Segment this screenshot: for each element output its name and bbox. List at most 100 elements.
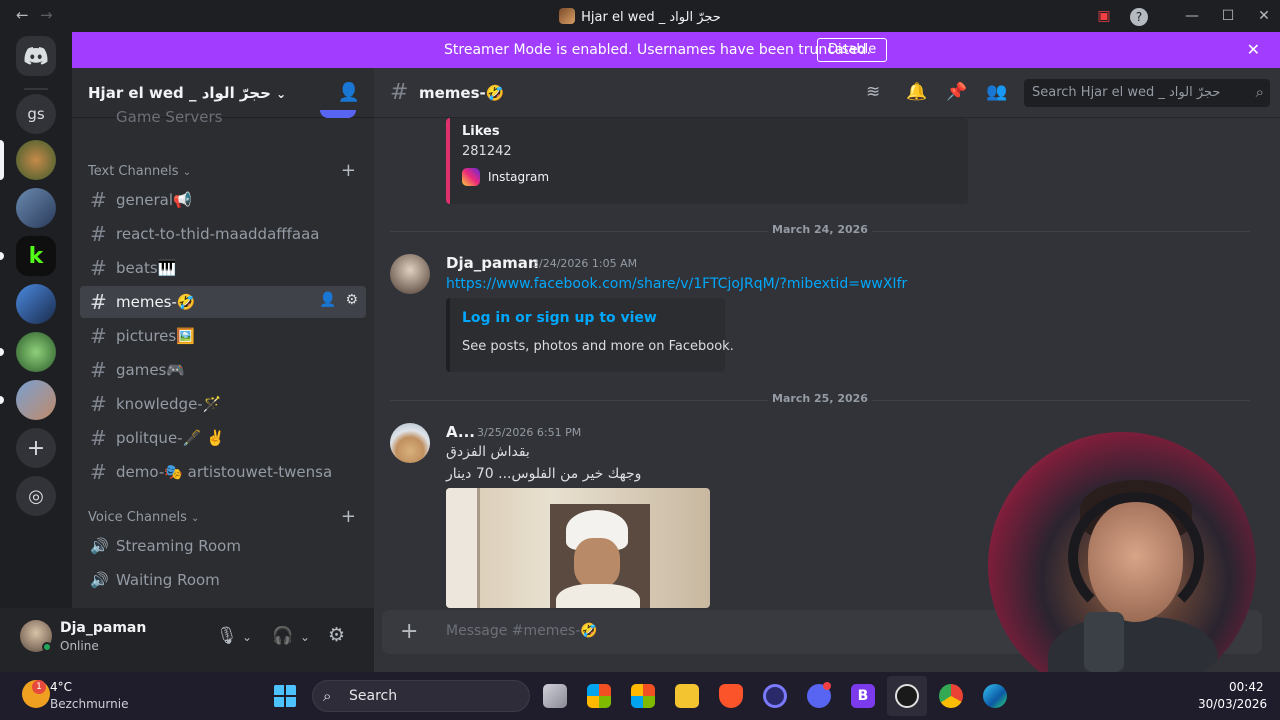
channel-label: general📢 <box>116 191 192 209</box>
partial-channel-game-servers[interactable]: Game Servers <box>116 108 222 126</box>
server-pixel[interactable] <box>16 332 56 372</box>
server-avatar-4[interactable] <box>16 284 56 324</box>
hash-icon: # <box>90 188 107 212</box>
taskbar-clock[interactable]: 00:42 <box>1229 680 1264 694</box>
category-voice-label: Voice Channels <box>88 510 187 525</box>
message-author[interactable]: A... <box>446 423 475 441</box>
search-input[interactable]: Search Hjar el wed _ حجرّ الواد ⌕ <box>1024 79 1270 107</box>
maximize-icon[interactable]: ☐ <box>1218 8 1238 24</box>
channel-demo[interactable]: # demo-🎭 artistouwet-twensa <box>80 456 366 488</box>
notification-bell-icon[interactable]: 🔔 <box>906 82 927 102</box>
obs-icon[interactable] <box>895 684 919 708</box>
channel-react[interactable]: # react-to-thid-maaddafffaaa <box>80 218 366 250</box>
pin-icon[interactable]: 📌 <box>946 82 967 102</box>
hash-icon: # <box>90 290 107 314</box>
date-divider-label: March 24, 2026 <box>768 223 872 236</box>
disable-button[interactable]: Disable <box>817 38 888 62</box>
file-explorer-icon[interactable] <box>675 684 699 708</box>
channel-knowledge[interactable]: # knowledge-🪄 <box>80 388 366 420</box>
microphone-icon[interactable]: 🎙 <box>216 626 238 646</box>
search-placeholder: Search Hjar el wed _ حجرّ الواد <box>1032 85 1221 100</box>
server-name: Hjar el wed _ حجرّ الواد ⌄ <box>88 84 286 102</box>
weather-temp[interactable]: 4°C <box>50 680 72 694</box>
brave-browser-icon[interactable] <box>719 684 743 708</box>
add-server-icon[interactable]: + <box>16 428 56 468</box>
message-timestamp: 3/24/2026 1:05 AM <box>532 257 638 270</box>
voice-channel-streaming[interactable]: 🔊 Streaming Room <box>80 530 366 562</box>
create-voice-channel-icon[interactable]: + <box>341 506 356 527</box>
add-attachment-icon[interactable]: + <box>400 619 418 644</box>
minimize-icon[interactable]: — <box>1182 8 1202 24</box>
embed-field-label: Likes <box>462 124 500 139</box>
hash-icon: # <box>90 324 107 348</box>
explore-servers-icon[interactable]: ◎ <box>16 476 56 516</box>
category-text-channels[interactable]: Text Channels ⌄ <box>88 164 191 179</box>
message-link[interactable]: https://www.facebook.com/share/v/1FTCjoJ… <box>446 276 907 292</box>
invite-people-icon[interactable]: 👤 <box>338 82 360 103</box>
audio-options-chevron-icon[interactable]: ⌄ <box>300 630 310 644</box>
discord-home-icon[interactable] <box>16 36 56 76</box>
microsoft-apps-icon[interactable] <box>587 684 611 708</box>
help-icon[interactable]: ? <box>1130 8 1148 26</box>
webcam-microphone <box>1084 612 1124 672</box>
webcam-overlay <box>988 432 1256 700</box>
task-view-icon[interactable] <box>543 684 567 708</box>
message-image-attachment[interactable] <box>446 488 710 608</box>
member-list-icon[interactable]: 👥 <box>986 82 1007 102</box>
channel-pictures[interactable]: # pictures🖼️ <box>80 320 366 352</box>
close-window-icon[interactable]: ✕ <box>1254 8 1274 24</box>
embed-title-link[interactable]: Log in or sign up to view <box>462 310 657 326</box>
message-author[interactable]: Dja_paman <box>446 254 539 272</box>
taskbar-date[interactable]: 30/03/2026 <box>1198 697 1267 711</box>
weather-place[interactable]: Bezchmurnie <box>50 697 128 711</box>
channel-games[interactable]: # games🎮 <box>80 354 366 386</box>
avatar[interactable] <box>390 254 430 294</box>
channel-label: demo-🎭 artistouwet-twensa <box>116 463 333 481</box>
gear-icon[interactable]: ⚙ <box>345 292 358 308</box>
message-timestamp: 3/25/2026 6:51 PM <box>477 426 582 439</box>
composer-placeholder: Message #memes-🤣 <box>446 623 598 639</box>
channel-memes[interactable]: # memes-🤣 👤 ⚙ <box>80 286 366 318</box>
image-shirt <box>556 584 640 608</box>
hash-icon: # <box>90 392 107 416</box>
channel-general[interactable]: # general📢 <box>80 184 366 216</box>
webcam-headset <box>1068 492 1204 622</box>
channel-beats[interactable]: # beats🎹 <box>80 252 366 284</box>
instagram-icon <box>462 168 480 186</box>
channel-label: politque-🖋️ ✌️ <box>116 429 225 447</box>
username[interactable]: Dja_paman <box>60 620 146 636</box>
create-invite-icon[interactable]: 👤 <box>319 292 336 308</box>
kick-logo-icon: k <box>28 243 44 269</box>
server-gs[interactable]: gs <box>16 94 56 134</box>
channel-label: react-to-thid-maaddafffaaa <box>116 225 320 243</box>
mic-options-chevron-icon[interactable]: ⌄ <box>242 630 252 644</box>
taskbar-search-label: Search <box>349 688 398 704</box>
close-banner-icon[interactable]: ✕ <box>1247 40 1260 59</box>
server-avatar-2[interactable] <box>16 188 56 228</box>
server-kick[interactable]: k <box>16 236 56 276</box>
headphones-icon[interactable]: 🎧 <box>272 626 293 646</box>
screen-share-icon[interactable]: ▣ <box>1094 8 1114 24</box>
taskbar-search[interactable]: ⌕ Search <box>312 680 530 712</box>
banner-text: Streamer Mode is enabled. Usernames have… <box>444 42 871 58</box>
server-hjar-el-wed[interactable] <box>16 140 56 180</box>
create-channel-icon[interactable]: + <box>341 160 356 181</box>
windows-start-icon[interactable] <box>273 684 297 708</box>
voice-channel-waiting[interactable]: 🔊 Waiting Room <box>80 564 366 596</box>
image-face <box>574 538 620 588</box>
chevron-down-icon: ⌄ <box>182 167 192 178</box>
embed-provider: Instagram <box>488 170 550 184</box>
message-line: وجهك خير من الفلوس... 70 دينار <box>446 466 642 482</box>
category-voice-channels[interactable]: Voice Channels ⌄ <box>88 510 199 525</box>
b-app-icon[interactable]: B <box>851 684 875 708</box>
server-avatar-6[interactable] <box>16 380 56 420</box>
edge-icon[interactable] <box>983 684 1007 708</box>
chrome-icon[interactable] <box>939 684 963 708</box>
windows-taskbar: 1 4°C Bezchmurnie ⌕ Search B 00:42 30/03/… <box>0 672 1280 720</box>
app-circle-icon[interactable] <box>763 684 787 708</box>
channel-politque[interactable]: # politque-🖋️ ✌️ <box>80 422 366 454</box>
microsoft-store-icon[interactable] <box>631 684 655 708</box>
threads-icon[interactable]: ≋ <box>866 82 880 102</box>
user-settings-gear-icon[interactable]: ⚙ <box>328 624 345 646</box>
avatar[interactable] <box>390 423 430 463</box>
